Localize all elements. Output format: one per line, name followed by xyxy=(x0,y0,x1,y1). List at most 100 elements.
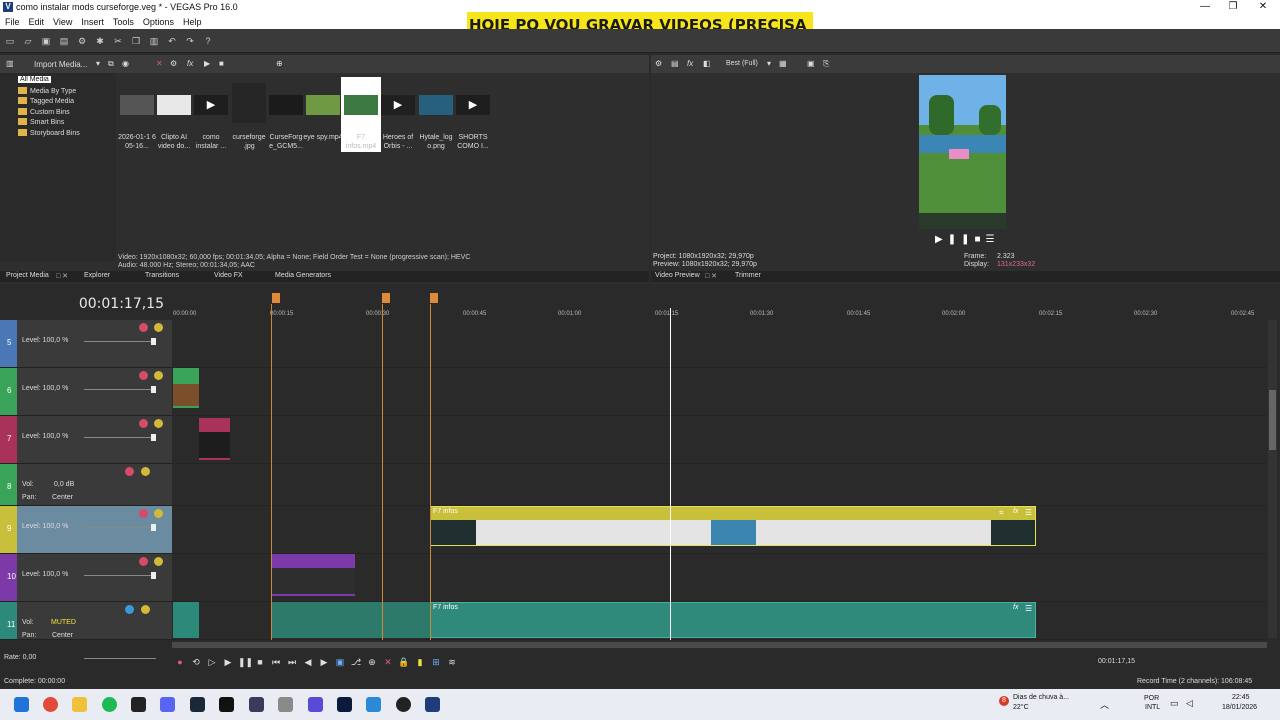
track-header-9-selected[interactable]: 9 Level: 100,0 % xyxy=(0,506,172,554)
tab-explorer[interactable]: Explorer xyxy=(84,272,110,279)
track-lane[interactable]: F7 infos ⌗ fx ☰ xyxy=(172,506,1267,554)
media-item[interactable]: ▶ como instalar ... xyxy=(191,77,231,152)
solo-icon[interactable] xyxy=(154,509,163,518)
file-explorer-icon[interactable] xyxy=(72,697,87,712)
media-item[interactable]: CurseForg e_GCM5... xyxy=(266,77,306,152)
split-icon[interactable]: ⎇ xyxy=(350,656,362,668)
play-from-start-icon[interactable]: ▷ xyxy=(206,656,218,668)
render-icon[interactable]: ✱ xyxy=(93,34,107,48)
audio-clip[interactable] xyxy=(173,602,199,638)
stop-icon[interactable]: ■ xyxy=(974,234,985,245)
clock-date[interactable]: 18/01/2026 xyxy=(1222,704,1257,711)
play-icon[interactable]: ▶ xyxy=(204,59,210,68)
import-icon[interactable]: ▥ xyxy=(6,59,14,68)
solo-icon[interactable] xyxy=(154,557,163,566)
media-item[interactable]: Hytale_log o.png xyxy=(416,77,456,152)
network-icon[interactable]: ▭ xyxy=(1170,698,1179,709)
marker-icon[interactable] xyxy=(272,293,280,303)
track-lane[interactable] xyxy=(172,554,1267,602)
crop-icon[interactable]: ⌗ xyxy=(999,508,1004,518)
slider-knob[interactable] xyxy=(151,572,156,579)
play-icon[interactable]: ▶ xyxy=(935,234,948,245)
language-primary[interactable]: POR xyxy=(1144,695,1159,702)
new-icon[interactable]: ▭ xyxy=(3,34,17,48)
track-header-8[interactable]: 8 Vol: 0,0 dB Pan: Center xyxy=(0,464,172,506)
media-item[interactable]: Clipto AI video do... xyxy=(154,77,194,152)
discord-icon[interactable] xyxy=(160,697,175,712)
horizontal-scrollbar[interactable] xyxy=(172,642,1267,648)
chevron-up-icon[interactable]: ︿ xyxy=(1100,698,1109,711)
fx-icon[interactable]: fx xyxy=(687,59,693,68)
audio-clip-f7-infos[interactable]: F7 infos fx ☰ xyxy=(430,602,1036,638)
fx-icon[interactable]: fx xyxy=(1013,508,1018,515)
minimize-button[interactable]: — xyxy=(1190,0,1220,15)
settings-icon[interactable] xyxy=(278,697,293,712)
obs-icon[interactable] xyxy=(396,697,411,712)
slider-knob[interactable] xyxy=(151,524,156,531)
chevron-down-icon[interactable]: ▾ xyxy=(96,59,100,68)
mute-icon[interactable] xyxy=(139,371,148,380)
paste-icon[interactable]: ▥ xyxy=(147,34,161,48)
mute-icon[interactable] xyxy=(139,509,148,518)
pause-icon[interactable]: ❚❚ xyxy=(948,234,975,245)
marker-icon[interactable] xyxy=(382,293,390,303)
rate-slider[interactable] xyxy=(84,658,156,659)
solo-icon[interactable] xyxy=(141,467,150,476)
video-clip[interactable] xyxy=(272,554,355,596)
grid-icon[interactable]: ▦ xyxy=(779,59,787,68)
time-ruler[interactable]: 00:00:00 00:00:15 00:00:30 00:00:45 00:0… xyxy=(172,290,1267,320)
mute-icon[interactable] xyxy=(125,605,134,614)
steam-icon[interactable] xyxy=(190,697,205,712)
normal-edit-tool-icon[interactable]: ▣ xyxy=(334,656,346,668)
ripple-icon[interactable]: ≋ xyxy=(446,656,458,668)
menu-file[interactable]: File xyxy=(0,15,24,27)
tab-project-media[interactable]: Project Media xyxy=(6,272,49,279)
chevron-down-icon[interactable]: ▾ xyxy=(767,59,771,68)
mute-icon[interactable] xyxy=(139,557,148,566)
solo-icon[interactable] xyxy=(154,371,163,380)
import-media-button[interactable]: Import Media... xyxy=(34,60,87,69)
menu-help[interactable]: Help xyxy=(178,15,206,27)
chrome-icon[interactable] xyxy=(43,697,58,712)
capcut-icon[interactable] xyxy=(219,697,234,712)
solo-icon[interactable] xyxy=(154,419,163,428)
help-icon[interactable]: ? xyxy=(201,34,215,48)
level-slider[interactable] xyxy=(84,389,156,390)
language-secondary[interactable]: INTL xyxy=(1145,704,1160,711)
redo-icon[interactable]: ↷ xyxy=(183,34,197,48)
slider-knob[interactable] xyxy=(151,434,156,441)
media-item[interactable]: 2026-01-1 6 05-16... xyxy=(117,77,157,152)
zoom-tool-icon[interactable]: ⊕ xyxy=(366,656,378,668)
delete-icon[interactable]: ✕ xyxy=(382,656,394,668)
maximize-button[interactable]: ❐ xyxy=(1218,0,1248,15)
spotify-icon[interactable] xyxy=(102,697,117,712)
mute-icon[interactable] xyxy=(125,467,134,476)
stop-icon[interactable]: ■ xyxy=(254,656,266,668)
marker-icon[interactable] xyxy=(430,293,438,303)
clock-time[interactable]: 22:45 xyxy=(1232,694,1250,701)
save-as-icon[interactable]: ▤ xyxy=(57,34,71,48)
track-header-7[interactable]: 7 Level: 100,0 % xyxy=(0,416,172,464)
tab-video-preview[interactable]: Video Preview xyxy=(655,272,700,279)
fx-icon[interactable]: fx xyxy=(187,59,193,68)
level-slider[interactable] xyxy=(84,575,156,576)
gear-icon[interactable]: ⚙ xyxy=(655,59,662,68)
menu-icon[interactable]: ☰ xyxy=(1025,604,1032,613)
undo-icon[interactable]: ↶ xyxy=(165,34,179,48)
app-icon[interactable] xyxy=(308,697,323,712)
menu-icon[interactable]: ☰ xyxy=(1025,508,1032,517)
track-lane[interactable]: F7 infos fx ☰ xyxy=(172,602,1267,640)
weather-title[interactable]: Dias de chuva à... xyxy=(1013,694,1069,701)
tree-custom-bins[interactable]: Custom Bins xyxy=(18,108,70,116)
solo-icon[interactable] xyxy=(141,605,150,614)
track-header-5[interactable]: 5 Level: 100,0 % xyxy=(0,320,172,368)
close-icon[interactable]: □ ✕ xyxy=(705,272,717,280)
tab-transitions[interactable]: Transitions xyxy=(145,272,179,279)
zoom-icon[interactable]: ⊕ xyxy=(276,59,283,68)
quality-select[interactable]: Best (Full) xyxy=(726,60,758,67)
menu-edit[interactable]: Edit xyxy=(24,15,49,27)
prev-frame-icon[interactable]: ◀ xyxy=(302,656,314,668)
video-clip-f7-infos[interactable]: F7 infos ⌗ fx ☰ xyxy=(430,506,1036,546)
track-lane[interactable] xyxy=(172,368,1267,416)
copy-snapshot-icon[interactable]: ⎘ xyxy=(823,59,829,69)
